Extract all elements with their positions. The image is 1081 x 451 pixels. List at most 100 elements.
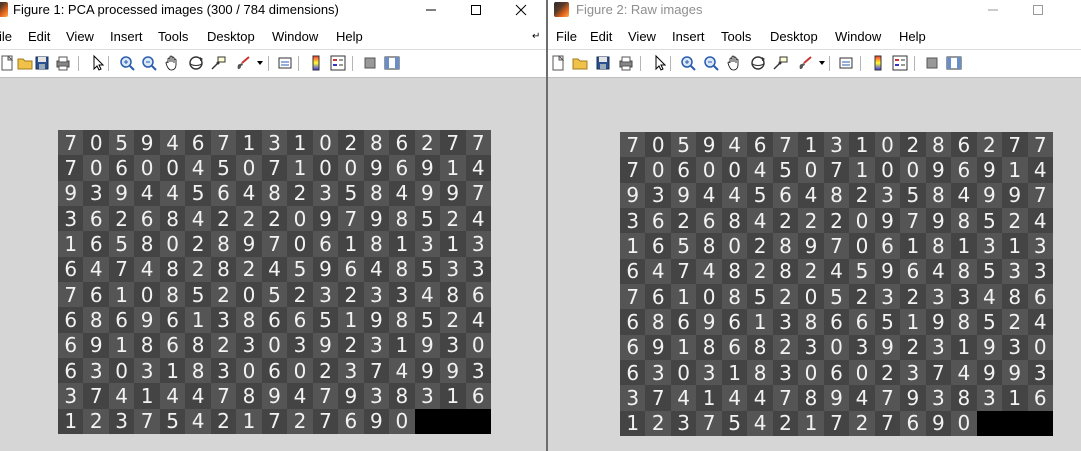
digit-cell: 8: [925, 233, 952, 259]
menu-view[interactable]: View: [628, 29, 656, 44]
link-plot-icon[interactable]: [837, 54, 855, 72]
digit-cell: 9: [414, 332, 441, 358]
digit-cell: 2: [210, 206, 237, 232]
digit-cell: 6: [338, 256, 364, 282]
digit-cell: 2: [798, 258, 824, 284]
link-plot-icon[interactable]: [276, 54, 294, 72]
brush-dropdown-icon[interactable]: [816, 54, 826, 72]
save-icon[interactable]: [594, 54, 612, 72]
digit-cell: 6: [747, 132, 773, 158]
digit-cell: 2: [210, 408, 237, 434]
digit-cell: 2: [976, 132, 1003, 158]
digit-cell: 9: [1002, 182, 1028, 208]
digit-cell: 4: [1027, 309, 1053, 335]
pointer-icon[interactable]: [88, 54, 106, 72]
digit-cell: 0: [312, 130, 339, 156]
figure2-titlebar[interactable]: Figure 2: Raw images: [548, 0, 1081, 20]
zoom-out-icon[interactable]: [702, 54, 720, 72]
new-figure-icon[interactable]: [549, 54, 567, 72]
digit-cell: 2: [185, 231, 211, 257]
digit-cell: 6: [900, 410, 926, 436]
rotate-3d-icon[interactable]: [187, 54, 205, 72]
digit-cell: 5: [721, 410, 748, 436]
digit-cell: 8: [696, 334, 722, 360]
maximize-button[interactable]: [453, 0, 499, 20]
brush-icon[interactable]: [796, 54, 814, 72]
maximize-button[interactable]: [1015, 0, 1061, 20]
digit-cell: 6: [83, 282, 109, 308]
minimize-button[interactable]: [408, 0, 454, 20]
zoom-in-icon[interactable]: [679, 54, 697, 72]
digit-cell: 6: [83, 231, 109, 257]
digit-cell: 8: [925, 182, 952, 208]
digit-cell: 9: [312, 332, 339, 358]
brush-dropdown-icon[interactable]: [254, 54, 264, 72]
save-icon[interactable]: [33, 54, 51, 72]
colorbar-icon[interactable]: [869, 54, 887, 72]
brush-icon[interactable]: [234, 54, 252, 72]
menu-help[interactable]: Help: [899, 29, 926, 44]
digit-cell: 7: [874, 410, 901, 436]
menu-edit[interactable]: Edit: [28, 29, 50, 44]
digit-cell: 5: [976, 309, 1003, 335]
open-file-icon[interactable]: [16, 54, 34, 72]
digit-cell: 1: [849, 132, 875, 158]
digit-cell: 7: [620, 132, 646, 158]
menu-insert[interactable]: Insert: [110, 29, 143, 44]
print-icon[interactable]: [617, 54, 635, 72]
menu-help[interactable]: Help: [336, 29, 363, 44]
open-file-icon[interactable]: [571, 54, 589, 72]
menu-file[interactable]: File: [556, 29, 577, 44]
show-plot-tools-icon[interactable]: [945, 54, 963, 72]
pan-hand-icon[interactable]: [163, 54, 181, 72]
menu-desktop[interactable]: Desktop: [770, 29, 818, 44]
figure1-titlebar[interactable]: Figure 1: PCA processed images (300 / 78…: [0, 0, 546, 20]
show-plot-tools-icon[interactable]: [383, 54, 401, 72]
menu-file[interactable]: ile: [0, 29, 12, 44]
digit-cell: 6: [58, 332, 84, 358]
menu-window[interactable]: Window: [835, 29, 881, 44]
legend-icon[interactable]: [329, 54, 347, 72]
digit-cell: 1: [159, 358, 186, 384]
new-figure-icon[interactable]: [0, 54, 16, 72]
rotate-3d-icon[interactable]: [749, 54, 767, 72]
menu-window[interactable]: Window: [272, 29, 318, 44]
minimize-button[interactable]: [970, 0, 1016, 20]
menu-tools[interactable]: Tools: [158, 29, 188, 44]
close-button[interactable]: [498, 0, 544, 20]
digit-cell: 9: [261, 383, 288, 409]
data-cursor-icon[interactable]: [209, 54, 227, 72]
digit-cell: 5: [185, 180, 211, 206]
digit-cell: 8: [389, 206, 415, 232]
menu-edit[interactable]: Edit: [590, 29, 612, 44]
colorbar-icon[interactable]: [307, 54, 325, 72]
legend-icon[interactable]: [891, 54, 909, 72]
digit-cell: 5: [900, 182, 926, 208]
menu-insert[interactable]: Insert: [672, 29, 705, 44]
pointer-icon[interactable]: [650, 54, 668, 72]
hide-plot-tools-icon[interactable]: [923, 54, 941, 72]
corner-arrow-icon[interactable]: ↵: [532, 31, 540, 42]
zoom-in-icon[interactable]: [118, 54, 136, 72]
digit-cell: 5: [210, 155, 237, 181]
menu-desktop[interactable]: Desktop: [207, 29, 255, 44]
digit-cell: 9: [134, 307, 160, 333]
hide-plot-tools-icon[interactable]: [361, 54, 379, 72]
digit-cell: 9: [798, 233, 824, 259]
print-icon[interactable]: [54, 54, 72, 72]
zoom-out-icon[interactable]: [140, 54, 158, 72]
digit-cell: 6: [620, 309, 646, 335]
digit-cell: 4: [849, 385, 875, 411]
digit-cell: 7: [1002, 132, 1028, 158]
digit-cell: 2: [236, 256, 262, 282]
menu-tools[interactable]: Tools: [721, 29, 751, 44]
pan-hand-icon[interactable]: [725, 54, 743, 72]
digit-cell: 6: [185, 130, 211, 156]
digit-cell: 6: [874, 233, 901, 259]
data-cursor-icon[interactable]: [771, 54, 789, 72]
digit-cell: 2: [440, 307, 466, 333]
menu-view[interactable]: View: [66, 29, 94, 44]
empty-cell: [976, 410, 1003, 436]
digit-cell: 2: [772, 208, 799, 234]
digit-cell: 5: [849, 258, 875, 284]
